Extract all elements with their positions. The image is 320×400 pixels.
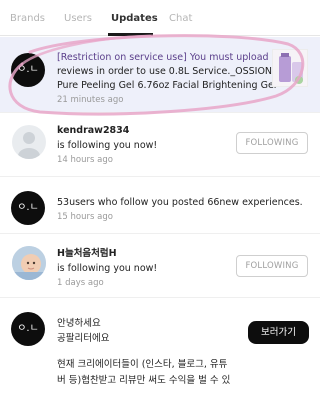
following-button[interactable]: FOLLOWING [236,132,308,154]
brand-logo-text: ㅇ.ㄴ [17,64,39,75]
baby-avatar [12,246,46,280]
brand-logo-text: ㅇ.ㄴ [17,323,39,334]
notification-text: 53users who follow you posted 66new expe… [57,197,303,208]
active-tab-indicator [108,33,153,36]
tab-users[interactable]: Users [64,13,92,24]
brand-logo-icon: ㅇ.ㄴ [11,312,45,346]
username[interactable]: H늘처음처럼H [57,247,117,261]
notification-time: 15 hours ago [57,212,113,222]
tab-updates[interactable]: Updates [111,13,158,24]
brand-logo-icon: ㅇ.ㄴ [11,53,45,87]
user-placeholder-icon [12,125,46,159]
notification-text-line: 안녕하세요 [57,318,101,329]
brand-logo-icon: ㅇ.ㄴ [11,191,45,225]
brand-logo-text: ㅇ.ㄴ [17,202,39,213]
notification-text-line: Pure Peeling Gel 6.76oz Facial Brighteni… [57,80,277,91]
notification-text: is following you now! [57,140,158,151]
notification-time: 1 days ago [57,278,104,288]
notification-text-line: reviews in order to use 0.8L Service._OS… [57,66,273,77]
product-image [279,53,303,84]
notification-text-line: 공팔리터에요 [57,333,110,344]
product-thumbnail[interactable] [272,49,308,87]
notification-time: 21 minutes ago [57,95,124,105]
notification-text-line: [Restriction on service use] You must up… [57,52,269,63]
tab-bar: Brands Users Updates Chat [0,0,320,36]
tab-chat[interactable]: Chat [169,13,192,24]
following-button[interactable]: FOLLOWING [236,255,308,277]
notification-text: is following you now! [57,263,158,274]
notification-text-line: 현재 크리에이터들이 (인스타, 블로그, 유튜 [57,359,228,370]
notification-time: 14 hours ago [57,155,113,165]
view-button[interactable]: 보러가기 [248,321,309,344]
username[interactable]: kendraw2834 [57,124,129,138]
tab-brands[interactable]: Brands [10,13,45,24]
notification-text-line: 버 등)협찬받고 리뷰만 써도 수익을 벌 수 있 [57,375,231,386]
